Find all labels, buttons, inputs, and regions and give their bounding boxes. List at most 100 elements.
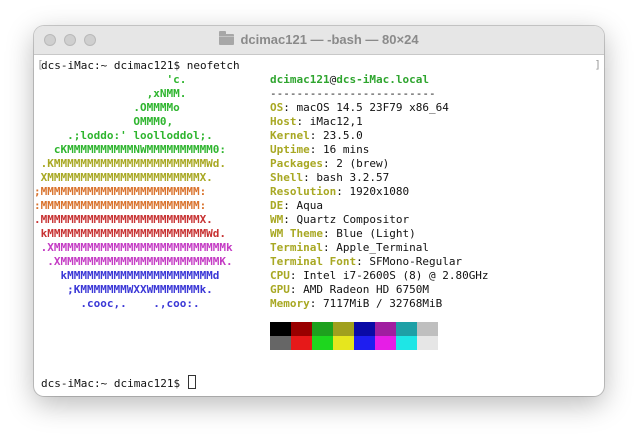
- ascii-logo-line: cKMMMMMMMMMMNWMMMMMMMMMM0:: [34, 143, 227, 156]
- info-value: 2 (brew): [336, 157, 390, 170]
- info-key: OS: [270, 101, 284, 114]
- info-colon: :: [283, 199, 297, 212]
- palette-swatch-bright: [354, 336, 375, 350]
- info-row: DE: Aqua: [270, 199, 323, 213]
- palette-swatch-normal: [417, 322, 438, 336]
- info-colon: :: [289, 283, 304, 296]
- palette-swatch-normal: [375, 322, 396, 336]
- text-cursor: [187, 375, 196, 389]
- ascii-logo-line: .OMMMMo: [34, 101, 180, 114]
- ascii-logo-line: .XMMMMMMMMMMMMMMMMMMMMMMMMMMk: [34, 241, 233, 254]
- info-user: dcimac121: [270, 73, 330, 86]
- ascii-logo-line: .KMMMMMMMMMMMMMMMMMMMMMMMWd.: [34, 157, 227, 170]
- info-value: Quartz Compositor: [296, 213, 410, 226]
- info-colon: :: [322, 157, 337, 170]
- shell-prompt[interactable]: dcs-iMac:~ dcimac121$: [41, 375, 196, 390]
- ascii-logo-line: .;loddo:' loolloddol;.: [34, 129, 213, 142]
- info-key: Kernel: [270, 129, 310, 142]
- ascii-logo-line: :MMMMMMMMMMMMMMMMMMMMMMMM:: [34, 199, 207, 212]
- info-key: Terminal: [270, 241, 323, 254]
- info-colon: :: [322, 227, 337, 240]
- ascii-logo-line: .XMMMMMMMMMMMMMMMMMMMMMMMMK.: [34, 255, 233, 268]
- terminal-window: dcimac121 — -bash — 80×24 [ ] dcs-iMac:~…: [34, 26, 604, 396]
- info-row: Terminal Font: SFMono-Regular: [270, 255, 462, 269]
- terminal-content[interactable]: [ ] dcs-iMac:~ dcimac121$ neofetch 'c. ,…: [34, 55, 604, 396]
- info-value: iMac12,1: [309, 115, 363, 128]
- info-key: Packages: [270, 157, 323, 170]
- info-row: Uptime: 16 mins: [270, 143, 369, 157]
- info-row: WM Theme: Blue (Light): [270, 227, 416, 241]
- command-line: dcs-iMac:~ dcimac121$ neofetch: [41, 59, 240, 72]
- info-key: DE: [270, 199, 284, 212]
- info-colon: :: [336, 185, 350, 198]
- info-separator: -------------------------: [270, 87, 436, 100]
- info-colon: :: [356, 255, 370, 268]
- window-title-text: dcimac121 — -bash — 80×24: [240, 32, 419, 47]
- info-value: 16 mins: [323, 143, 370, 156]
- folder-icon: [219, 31, 235, 45]
- info-colon: :: [283, 213, 297, 226]
- info-colon: :: [289, 269, 304, 282]
- info-row: Packages: 2 (brew): [270, 157, 389, 171]
- palette-swatch-bright: [312, 336, 333, 350]
- info-value: Apple_Terminal: [336, 241, 429, 254]
- palette-swatch-normal: [291, 322, 312, 336]
- info-colon: :: [303, 171, 317, 184]
- info-row: WM: Quartz Compositor: [270, 213, 409, 227]
- info-row: Kernel: 23.5.0: [270, 129, 363, 143]
- info-colon: :: [309, 129, 323, 142]
- info-key: WM Theme: [270, 227, 323, 240]
- info-value: AMD Radeon HD 6750M: [303, 283, 429, 296]
- window-title: dcimac121 — -bash — 80×24: [34, 26, 604, 54]
- info-value: 7117MiB / 32768MiB: [323, 297, 443, 310]
- palette-swatch-normal: [312, 322, 333, 336]
- info-value: Intel i7-2600S (8) @ 2.80GHz: [303, 269, 489, 282]
- palette-swatch-bright: [270, 336, 291, 350]
- info-key: GPU: [270, 283, 290, 296]
- info-value: 1920x1080: [349, 185, 410, 198]
- right-bracket-marker: ]: [594, 58, 601, 71]
- info-header: dcimac121@dcs-iMac.local: [270, 73, 429, 87]
- info-row: OS: macOS 14.5 23F79 x86_64: [270, 101, 449, 115]
- shell-prompt-text: dcs-iMac:~ dcimac121$: [41, 377, 181, 390]
- palette-swatch-bright: [417, 336, 438, 350]
- info-value: SFMono-Regular: [369, 255, 463, 268]
- info-key: Shell: [270, 171, 304, 184]
- ascii-logo-line: ,xNMM.: [34, 87, 187, 100]
- info-value: macOS 14.5 23F79 x86_64: [296, 101, 449, 114]
- info-row: Host: iMac12,1: [270, 115, 363, 129]
- ascii-logo-line: .MMMMMMMMMMMMMMMMMMMMMMMMX.: [34, 213, 213, 226]
- info-key: CPU: [270, 269, 290, 282]
- palette-swatch-normal: [333, 322, 354, 336]
- info-host: dcs-iMac.local: [336, 73, 429, 86]
- title-bar[interactable]: dcimac121 — -bash — 80×24: [34, 26, 604, 55]
- info-key: Resolution: [270, 185, 337, 198]
- info-colon: :: [283, 101, 297, 114]
- info-row: Shell: bash 3.2.57: [270, 171, 389, 185]
- info-row: Terminal: Apple_Terminal: [270, 241, 429, 255]
- info-row: CPU: Intel i7-2600S (8) @ 2.80GHz: [270, 269, 489, 283]
- info-row: Resolution: 1920x1080: [270, 185, 409, 199]
- info-value: 23.5.0: [323, 129, 363, 142]
- info-colon: :: [309, 297, 323, 310]
- ascii-logo-line: .cooc,. .,coo:.: [34, 297, 200, 310]
- ascii-logo-line: OMMM0,: [34, 115, 174, 128]
- info-row: GPU: AMD Radeon HD 6750M: [270, 283, 429, 297]
- info-colon: :: [309, 143, 323, 156]
- info-value: Blue (Light): [336, 227, 416, 240]
- ascii-logo-line: kMMMMMMMMMMMMMMMMMMMMMMd: [34, 269, 220, 282]
- info-row: Memory: 7117MiB / 32768MiB: [270, 297, 442, 311]
- info-value: Aqua: [296, 199, 324, 212]
- info-key: Terminal Font: [270, 255, 357, 268]
- palette-swatch-bright: [291, 336, 312, 350]
- palette-swatch-bright: [396, 336, 417, 350]
- info-key: Memory: [270, 297, 310, 310]
- info-colon: :: [322, 241, 337, 254]
- palette-swatch-normal: [396, 322, 417, 336]
- ascii-logo-line: ;MMMMMMMMMMMMMMMMMMMMMMMM:: [34, 185, 207, 198]
- info-key: WM: [270, 213, 284, 226]
- info-colon: :: [296, 115, 310, 128]
- palette-swatch-normal: [270, 322, 291, 336]
- info-key: Host: [270, 115, 297, 128]
- ascii-logo-line: XMMMMMMMMMMMMMMMMMMMMMMMX.: [34, 171, 213, 184]
